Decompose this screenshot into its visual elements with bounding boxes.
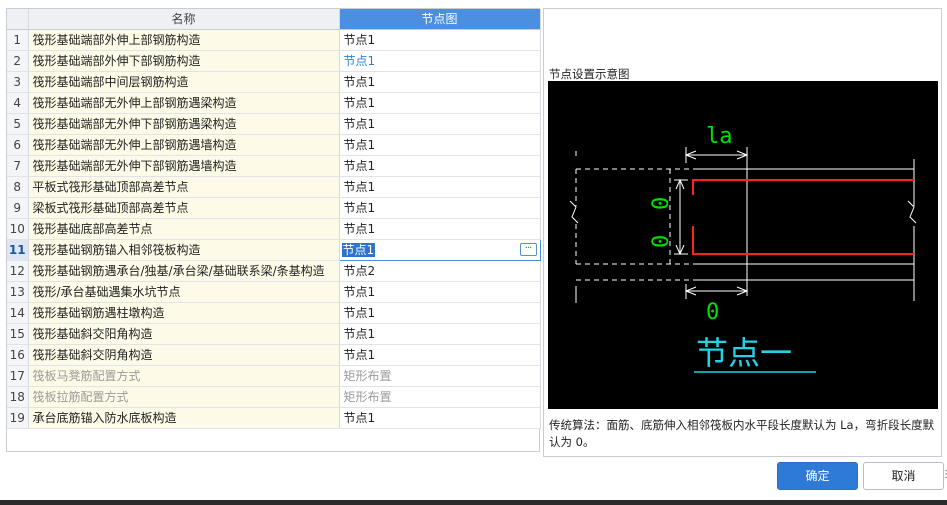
ok-button[interactable]: 确定 — [777, 462, 858, 490]
cancel-button[interactable]: 取消 — [863, 462, 944, 490]
table-row[interactable]: 10 筏形基础底部高差节点 节点1 — [7, 218, 541, 240]
row-index: 12 — [7, 260, 29, 282]
row-node-value[interactable]: 节点1 — [339, 155, 541, 177]
row-index: 9 — [7, 197, 29, 219]
table-empty-area — [7, 428, 539, 451]
row-node-value[interactable]: 节点1 — [339, 113, 541, 135]
table-row[interactable]: 18 筏板拉筋配置方式 矩形布置 — [7, 386, 541, 408]
table-row[interactable]: 7 筏形基础端部无外伸下部钢筋遇墙构造 节点1 — [7, 155, 541, 177]
table-row[interactable]: 6 筏形基础端部无外伸上部钢筋遇墙构造 节点1 — [7, 134, 541, 156]
row-name: 筏形基础斜交阴角构造 — [28, 344, 340, 366]
row-index: 13 — [7, 281, 29, 303]
table-row[interactable]: 8 平板式筏形基础顶部高差节点 节点1 — [7, 176, 541, 198]
row-node-value[interactable]: 节点1 — [339, 323, 541, 345]
table-row[interactable]: 11 筏形基础钢筋锚入相邻筏板构造 节点1 ··· — [7, 238, 541, 261]
row-index: 11 — [7, 239, 29, 261]
table-row[interactable]: 17 筏板马凳筋配置方式 矩形布置 — [7, 365, 541, 387]
table-row[interactable]: 13 筏形/承台基础遇集水坑节点 节点1 — [7, 281, 541, 303]
row-index: 1 — [7, 29, 29, 51]
row-node-value[interactable]: 节点1 — [339, 50, 541, 72]
row-node-value[interactable]: 节点1 — [339, 407, 541, 429]
table-row[interactable]: 12 筏形基础钢筋遇承台/独基/承台梁/基础联系梁/条基构造 节点2 — [7, 260, 541, 282]
node-settings-table: 名称 节点图 1 筏形基础端部外伸上部钢筋构造 节点1 2 筏形基础端部外伸下部钢筋构造… — [6, 8, 541, 452]
row-name: 筏板马凳筋配置方式 — [28, 365, 340, 387]
resize-grip-icon[interactable]: ⋮ — [941, 469, 947, 480]
header-name[interactable]: 名称 — [28, 9, 340, 30]
preview-title: 节点设置示意图 — [549, 67, 630, 81]
row-index: 19 — [7, 407, 29, 429]
node-value-editor[interactable]: 节点1 — [341, 243, 376, 257]
table-row[interactable]: 9 梁板式筏形基础顶部高差节点 节点1 — [7, 197, 541, 219]
row-node-value[interactable]: 节点1 — [339, 176, 541, 198]
row-name: 筏形基础端部外伸上部钢筋构造 — [28, 29, 340, 51]
row-node-value[interactable]: 矩形布置 — [339, 386, 541, 408]
row-node-value[interactable]: 节点1 — [339, 302, 541, 324]
table-row[interactable]: 14 筏形基础钢筋遇柱墩构造 节点1 — [7, 302, 541, 324]
row-node-value[interactable]: 节点2 — [339, 260, 541, 282]
table-row[interactable]: 1 筏形基础端部外伸上部钢筋构造 节点1 — [7, 29, 541, 51]
preview-panel: 节点设置示意图 la 0 0 0 节点一 传统算法：面筋、底筋伸入相邻筏板内水平… — [543, 8, 942, 457]
ellipsis-icon[interactable]: ··· — [519, 242, 537, 256]
row-index: 10 — [7, 218, 29, 240]
table-header-row: 名称 节点图 — [7, 9, 541, 30]
row-index: 18 — [7, 386, 29, 408]
row-name: 筏形基础钢筋锚入相邻筏板构造 — [28, 239, 340, 261]
header-node[interactable]: 节点图 — [339, 9, 541, 30]
table-row[interactable]: 5 筏形基础端部无外伸下部钢筋遇梁构造 节点1 — [7, 113, 541, 135]
row-name: 筏形基础端部无外伸下部钢筋遇墙构造 — [28, 155, 340, 177]
node-diagram: la 0 0 0 节点一 — [569, 124, 917, 373]
row-name: 筏形基础端部无外伸下部钢筋遇梁构造 — [28, 113, 340, 135]
row-name: 承台底筋锚入防水底板构造 — [28, 407, 340, 429]
row-name: 梁板式筏形基础顶部高差节点 — [28, 197, 340, 219]
table-row[interactable]: 3 筏形基础端部中间层钢筋构造 节点1 — [7, 71, 541, 93]
row-name: 筏形基础斜交阳角构造 — [28, 323, 340, 345]
row-name: 筏形基础钢筋遇柱墩构造 — [28, 302, 340, 324]
row-node-value[interactable]: 矩形布置 — [339, 365, 541, 387]
dim-left-lower-label: 0 — [649, 235, 674, 248]
row-index: 16 — [7, 344, 29, 366]
node-description: 传统算法：面筋、底筋伸入相邻筏板内水平段长度默认为 La，弯折段长度默认为 0。 — [549, 418, 935, 449]
node-settings-dialog: 名称 节点图 1 筏形基础端部外伸上部钢筋构造 节点1 2 筏形基础端部外伸下部钢筋构造… — [0, 0, 947, 505]
row-name: 平板式筏形基础顶部高差节点 — [28, 176, 340, 198]
row-index: 7 — [7, 155, 29, 177]
row-node-value[interactable]: 节点1 — [339, 71, 541, 93]
table-row[interactable]: 19 承台底筋锚入防水底板构造 节点1 — [7, 407, 541, 429]
row-name: 筏板拉筋配置方式 — [28, 386, 340, 408]
row-name: 筏形基础端部外伸下部钢筋构造 — [28, 50, 340, 72]
row-node-value[interactable]: 节点1 — [339, 92, 541, 114]
dim-la-label: la — [706, 124, 733, 149]
row-node-value[interactable]: 节点1 — [339, 29, 541, 51]
row-name: 筏形基础端部无外伸上部钢筋遇墙构造 — [28, 134, 340, 156]
table-row[interactable]: 16 筏形基础斜交阴角构造 节点1 — [7, 344, 541, 366]
row-index: 5 — [7, 113, 29, 135]
row-node-value[interactable]: 节点1 — [339, 134, 541, 156]
row-index: 14 — [7, 302, 29, 324]
row-index: 4 — [7, 92, 29, 114]
row-index: 6 — [7, 134, 29, 156]
row-node-value[interactable]: 节点1 — [339, 281, 541, 303]
row-index: 3 — [7, 71, 29, 93]
row-node-value[interactable]: 节点1 ··· — [338, 238, 541, 261]
row-index: 15 — [7, 323, 29, 345]
row-node-value[interactable]: 节点1 — [339, 218, 541, 240]
dim-left-upper-label: 0 — [649, 197, 674, 210]
table-row[interactable]: 2 筏形基础端部外伸下部钢筋构造 节点1 — [7, 50, 541, 72]
window-bottom-edge — [0, 500, 947, 505]
row-index: 8 — [7, 176, 29, 198]
row-name: 筏形基础钢筋遇承台/独基/承台梁/基础联系梁/条基构造 — [28, 260, 340, 282]
row-name: 筏形基础端部无外伸上部钢筋遇梁构造 — [28, 92, 340, 114]
header-index — [7, 9, 29, 30]
table-row[interactable]: 4 筏形基础端部无外伸上部钢筋遇梁构造 节点1 — [7, 92, 541, 114]
row-index: 2 — [7, 50, 29, 72]
node-diagram-canvas: la 0 0 0 节点一 — [548, 81, 938, 409]
row-name: 筏形基础底部高差节点 — [28, 218, 340, 240]
dim-bottom-label: 0 — [706, 300, 719, 325]
table-row[interactable]: 15 筏形基础斜交阳角构造 节点1 — [7, 323, 541, 345]
row-name: 筏形基础端部中间层钢筋构造 — [28, 71, 340, 93]
row-node-value[interactable]: 节点1 — [339, 197, 541, 219]
row-index: 17 — [7, 365, 29, 387]
row-name: 筏形/承台基础遇集水坑节点 — [28, 281, 340, 303]
diagram-caption: 节点一 — [696, 334, 792, 372]
row-node-value[interactable]: 节点1 — [339, 344, 541, 366]
